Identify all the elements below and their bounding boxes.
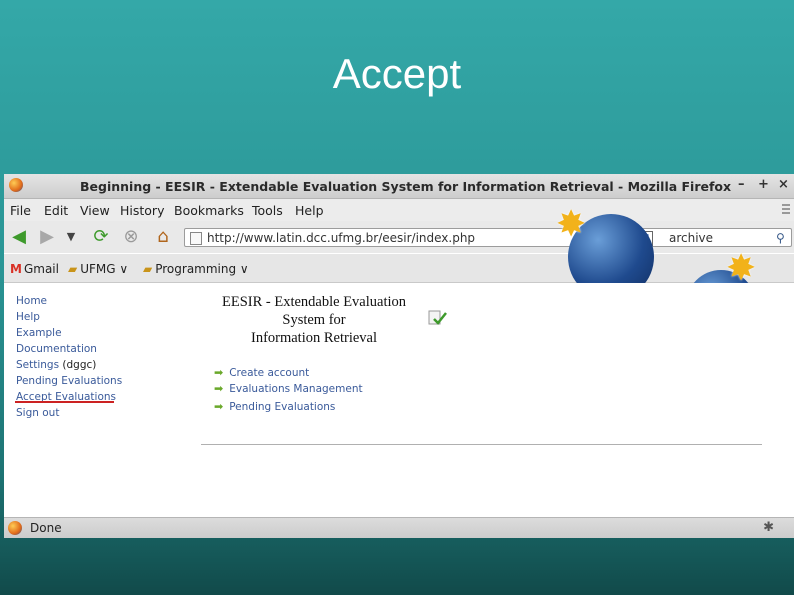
minimize-button[interactable]: – <box>738 177 745 192</box>
menu-help[interactable]: Help <box>295 203 324 218</box>
forward-arrow-icon[interactable]: ▶ <box>36 227 58 247</box>
bookmark-label: Gmail <box>23 262 59 276</box>
page-title-line: System for <box>282 312 346 328</box>
folder-icon: ▰ <box>68 262 78 276</box>
back-arrow-icon[interactable]: ◀ <box>8 227 30 247</box>
page-icon <box>190 232 202 245</box>
page-title-line: EESIR - Extendable Evaluation <box>221 294 407 310</box>
menu-tools[interactable]: Tools <box>252 203 283 218</box>
pending-evaluations-link[interactable]: ➡ Pending Evaluations <box>214 400 335 413</box>
firefox-logo-icon <box>9 178 23 192</box>
page-title: EESIR - Extendable Evaluation System for… <box>204 293 424 347</box>
horizontal-divider <box>201 444 762 445</box>
window-title: Beginning - EESIR - Extendable Evaluatio… <box>80 179 732 194</box>
menu-history[interactable]: History <box>120 203 164 218</box>
page-title-line: Information Retrieval <box>250 330 378 346</box>
addon-gear-icon[interactable]: ✱ <box>763 520 774 535</box>
close-button[interactable]: × <box>778 177 789 192</box>
toolbar-grip-icon <box>782 204 790 216</box>
home-icon[interactable]: ⌂ <box>152 227 174 247</box>
title-bar: Beginning - EESIR - Extendable Evaluatio… <box>4 174 794 199</box>
folder-icon: ▰ <box>143 262 153 276</box>
action-label: Create account <box>229 367 310 379</box>
create-account-link[interactable]: ➡ Create account <box>214 366 309 379</box>
bookmark-gmail[interactable]: M Gmail <box>10 262 59 276</box>
firefox-status-icon <box>8 521 22 535</box>
action-label: Pending Evaluations <box>229 401 336 413</box>
document-check-icon <box>428 310 447 325</box>
menu-file[interactable]: File <box>10 203 31 218</box>
sidebar-link-help[interactable]: Help <box>16 311 40 323</box>
sidebar-link-settings[interactable]: Settings (dggc) <box>16 359 96 371</box>
search-input[interactable] <box>669 230 769 245</box>
burst-star-icon: ✸ <box>556 204 587 245</box>
browser-window: Beginning - EESIR - Extendable Evaluatio… <box>4 174 794 538</box>
green-arrow-icon: ➡ <box>214 366 224 379</box>
slide-title: Accept <box>332 50 462 97</box>
status-bar: Done ✱ <box>4 517 794 538</box>
navigation-toolbar: ◀ ▶ ▼ ⟳ ⊗ ⌂ ▼ G ⚲ <box>4 221 794 253</box>
menu-bar: File Edit View History Bookmarks Tools H… <box>4 199 794 221</box>
green-arrow-icon: ➡ <box>214 382 224 395</box>
sidebar-link-sign-out[interactable]: Sign out <box>16 407 59 419</box>
bookmark-programming[interactable]: ▰ Programming ∨ <box>143 262 249 276</box>
page-content: Home Help Example Documentation Settings… <box>4 283 794 517</box>
history-dropdown-icon[interactable]: ▼ <box>60 227 82 247</box>
bookmark-label: UFMG ∨ <box>80 262 129 276</box>
bookmark-label: Programming ∨ <box>155 262 249 276</box>
gmail-icon: M <box>10 262 22 276</box>
action-label: Evaluations Management <box>229 383 363 395</box>
menu-bookmarks[interactable]: Bookmarks <box>174 203 244 218</box>
menu-edit[interactable]: Edit <box>44 203 68 218</box>
evaluations-management-link[interactable]: ➡ Evaluations Management <box>214 382 363 395</box>
bookmark-ufmg[interactable]: ▰ UFMG ∨ <box>68 262 128 276</box>
green-arrow-icon: ➡ <box>214 400 224 413</box>
search-icon[interactable]: ⚲ <box>776 231 788 245</box>
bookmarks-toolbar: M Gmail ▰ UFMG ∨ ▰ Programming ∨ <box>4 254 794 283</box>
status-text: Done <box>30 521 62 535</box>
sidebar-link-documentation[interactable]: Documentation <box>16 343 97 355</box>
highlight-underline <box>15 401 114 403</box>
sidebar-link-home[interactable]: Home <box>16 295 47 307</box>
search-bar[interactable]: G ⚲ <box>634 228 792 247</box>
url-input[interactable] <box>207 230 587 245</box>
settings-user: (dggc) <box>62 359 97 371</box>
settings-label: Settings <box>16 359 60 371</box>
stop-icon[interactable]: ⊗ <box>120 227 142 247</box>
maximize-button[interactable]: + <box>758 177 769 192</box>
sidebar-link-example[interactable]: Example <box>16 327 62 339</box>
reload-icon[interactable]: ⟳ <box>90 227 112 247</box>
sidebar-link-pending-evaluations[interactable]: Pending Evaluations <box>16 375 122 387</box>
menu-view[interactable]: View <box>80 203 110 218</box>
